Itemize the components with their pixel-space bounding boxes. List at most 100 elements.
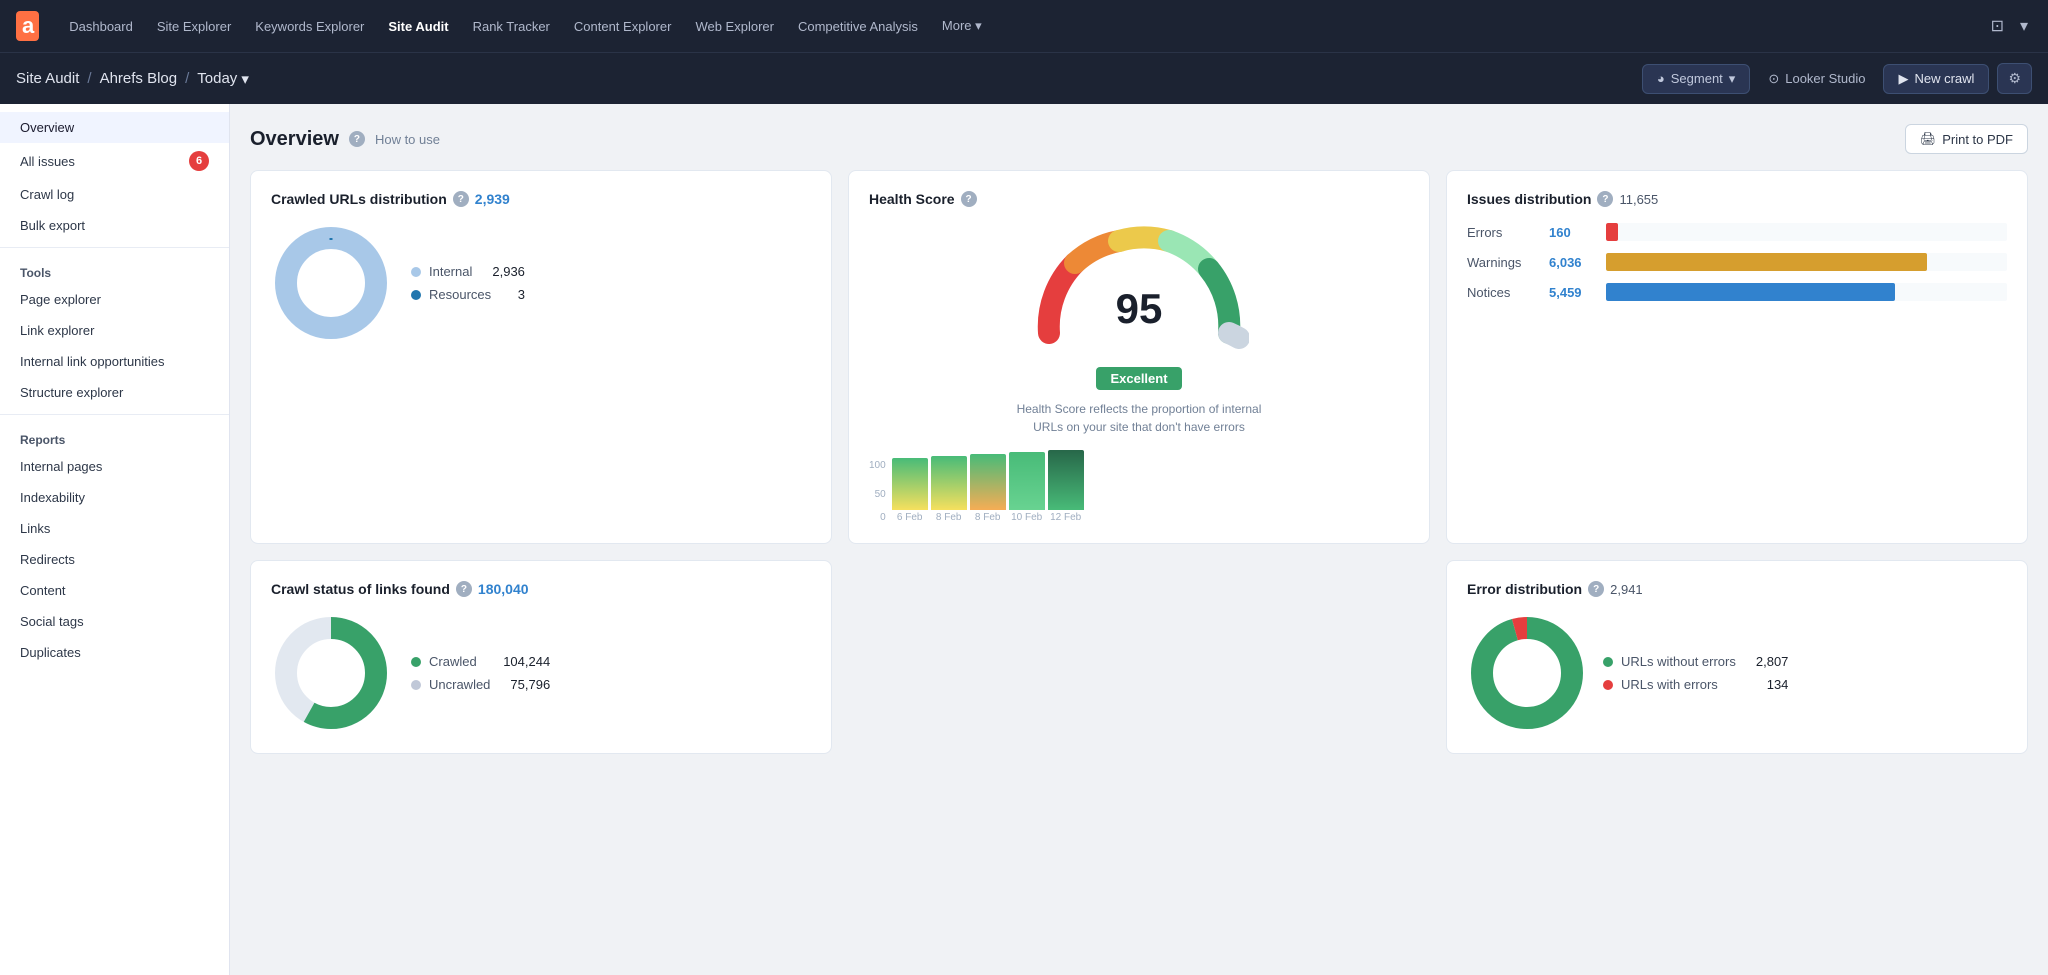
sidebar-item-page-explorer[interactable]: Page explorer [0,284,229,315]
bar-group-2: 8 Feb [931,456,967,523]
bar-4 [1009,452,1045,510]
uncrawled-dot [411,680,421,690]
sidebar-item-overview[interactable]: Overview [0,112,229,143]
health-score-card: Health Score ? [848,170,1430,544]
crawled-urls-help-icon[interactable]: ? [453,191,469,207]
nav-web-explorer[interactable]: Web Explorer [685,13,784,40]
health-bar-chart: 100 50 0 6 Feb 8 Feb [869,450,1409,523]
sidebar-item-redirects[interactable]: Redirects [0,544,229,575]
bar-5 [1048,450,1084,510]
sidebar-item-links[interactable]: Links [0,513,229,544]
bar-3 [970,454,1006,510]
error-dist-help-icon[interactable]: ? [1588,581,1604,597]
error-distribution-legend: URLs without errors 2,807 URLs with erro… [1603,654,1788,692]
crawl-status-total: 180,040 [478,581,529,597]
with-errors-dot [1603,680,1613,690]
sidebar-item-social-tags[interactable]: Social tags [0,606,229,637]
sidebar-item-bulk-export[interactable]: Bulk export [0,210,229,241]
cards-grid: Crawled URLs distribution ? 2,939 [250,170,2028,544]
errors-bar [1606,223,1618,241]
breadcrumb-sep-1: / [87,70,91,87]
legend-no-errors: URLs without errors 2,807 [1603,654,1788,669]
looker-studio-button[interactable]: ⊙ Looker Studio [1758,65,1875,93]
nav-content-explorer[interactable]: Content Explorer [564,13,682,40]
y-axis: 100 50 0 [869,460,886,523]
settings-button[interactable]: ⚙ [1997,63,2032,94]
no-errors-dot [1603,657,1613,667]
legend-internal: Internal 2,936 [411,264,525,279]
nav-competitive-analysis[interactable]: Competitive Analysis [788,13,928,40]
issues-distribution-title: Issues distribution ? 11,655 [1467,191,2007,207]
health-score-help-icon[interactable]: ? [961,191,977,207]
content-header: Overview ? How to use 🖨 Print to PDF [250,124,2028,154]
crawl-status-card: Crawl status of links found ? 180,040 [250,560,832,754]
sidebar-item-link-explorer[interactable]: Link explorer [0,315,229,346]
sidebar: Overview All issues 6 Crawl log Bulk exp… [0,104,230,975]
legend-crawled: Crawled 104,244 [411,654,550,669]
errors-bar-container [1606,223,2007,241]
all-issues-badge: 6 [189,151,209,171]
reports-section-title: Reports [0,421,229,451]
bar-group-1: 6 Feb [892,458,928,523]
breadcrumb-blog[interactable]: Ahrefs Blog [100,70,178,87]
new-crawl-button[interactable]: ▶ New crawl [1883,64,1989,94]
sidebar-item-internal-link-opps[interactable]: Internal link opportunities [0,346,229,377]
nav-keywords-explorer[interactable]: Keywords Explorer [245,13,374,40]
print-icon: 🖨 [1920,131,1937,147]
how-to-use-link[interactable]: How to use [375,132,440,147]
logo[interactable]: a [16,11,39,41]
sidebar-item-internal-pages[interactable]: Internal pages [0,451,229,482]
monitor-icon[interactable]: ⊡ [1987,12,2008,40]
resources-dot [411,290,421,300]
bar-group-5: 12 Feb [1048,450,1084,523]
sidebar-divider-1 [0,247,229,248]
bars-container: 6 Feb 8 Feb 8 Feb 10 Feb [892,450,1409,523]
bottom-cards-grid: Crawl status of links found ? 180,040 [250,560,2028,754]
overview-help-icon[interactable]: ? [349,131,365,147]
sidebar-item-crawl-log[interactable]: Crawl log [0,179,229,210]
legend-resources: Resources 3 [411,287,525,302]
crawl-status-donut [271,613,391,733]
nav-dashboard[interactable]: Dashboard [59,13,143,40]
crawl-status-title: Crawl status of links found ? 180,040 [271,581,811,597]
bar-label-3: 8 Feb [975,512,1001,523]
sidebar-item-duplicates[interactable]: Duplicates [0,637,229,668]
main-content: Overview ? How to use 🖨 Print to PDF Cra… [230,104,2048,975]
crawled-dot [411,657,421,667]
main-layout: Overview All issues 6 Crawl log Bulk exp… [0,104,2048,975]
print-to-pdf-button[interactable]: 🖨 Print to PDF [1905,124,2028,154]
looker-icon: ⊙ [1768,71,1779,87]
sidebar-item-indexability[interactable]: Indexability [0,482,229,513]
crawl-status-legend: Crawled 104,244 Uncrawled 75,796 [411,654,550,692]
warnings-bar [1606,253,1927,271]
sidebar-item-structure-explorer[interactable]: Structure explorer [0,377,229,408]
issues-help-icon[interactable]: ? [1597,191,1613,207]
bar-label-4: 10 Feb [1011,512,1042,523]
bar-2 [931,456,967,510]
error-dist-total: 2,941 [1610,582,1643,597]
issues-total: 11,655 [1619,192,1658,207]
nav-rank-tracker[interactable]: Rank Tracker [463,13,560,40]
warnings-row: Warnings 6,036 [1467,253,2007,271]
nav-more[interactable]: More ▾ [932,12,992,40]
bar-group-4: 10 Feb [1009,452,1045,523]
health-score-title: Health Score ? [869,191,977,207]
chevron-down-icon[interactable]: ▾ [2016,12,2032,40]
crawled-urls-chart: Internal 2,936 Resources 3 [271,223,811,343]
sidebar-item-all-issues[interactable]: All issues 6 [0,143,229,179]
bar-label-5: 12 Feb [1050,512,1081,523]
notices-row: Notices 5,459 [1467,283,2007,301]
error-distribution-inner: URLs without errors 2,807 URLs with erro… [1467,613,2007,733]
nav-site-explorer[interactable]: Site Explorer [147,13,241,40]
issues-distribution-card: Issues distribution ? 11,655 Errors 160 … [1446,170,2028,544]
crawl-status-help-icon[interactable]: ? [456,581,472,597]
sidebar-item-content[interactable]: Content [0,575,229,606]
top-nav: a Dashboard Site Explorer Keywords Explo… [0,0,2048,52]
nav-site-audit[interactable]: Site Audit [378,13,458,40]
breadcrumb-site-audit[interactable]: Site Audit [16,70,79,87]
segment-button[interactable]: ◕ Segment ▾ [1642,64,1750,94]
errors-row: Errors 160 [1467,223,2007,241]
legend-uncrawled: Uncrawled 75,796 [411,677,550,692]
breadcrumb-today-dropdown[interactable]: Today ▾ [197,70,249,88]
empty-card-middle [848,560,1430,754]
